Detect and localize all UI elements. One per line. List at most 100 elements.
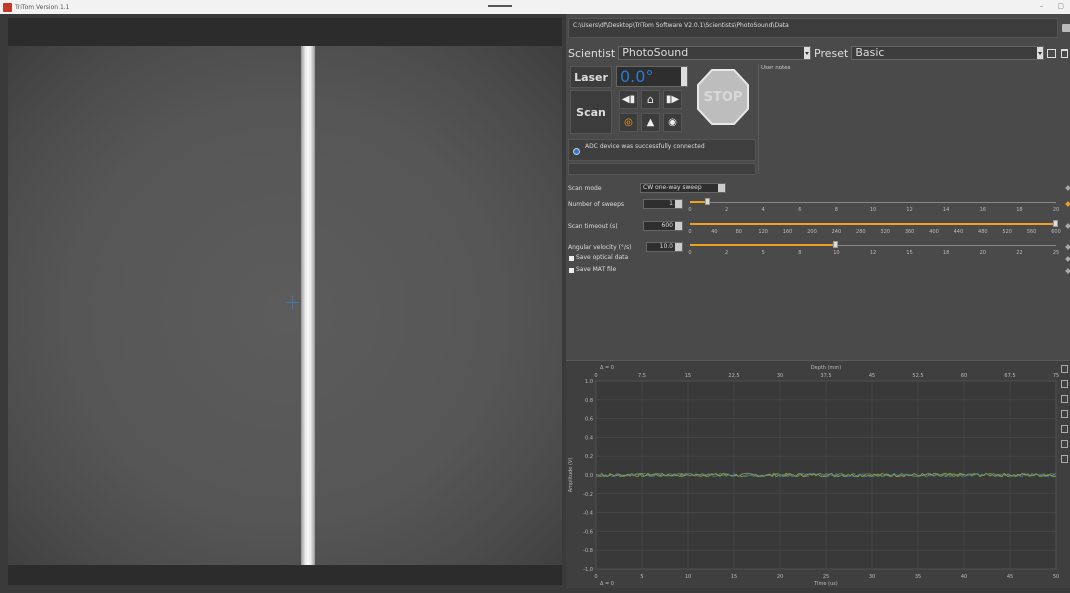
plot-svg: 1.00.80.60.40.20.0-0.2-0.4-0.6-0.8-1.00 5… [568,365,1059,587]
tick-label: 2 [725,250,729,256]
data-path-field[interactable]: C:\Users\df\Desktop\TriTom Software V2.0… [568,18,1058,38]
pin-icon[interactable] [1065,244,1070,250]
sweeps-slider-handle[interactable] [705,198,711,205]
maximize-icon[interactable]: ▢ [1057,2,1064,10]
signal-plot[interactable]: 1.0 0.8 0.6 0.4 0.2 0.0 -0.2 -0.4 -0.6 -0.8 -1.0 0 5… [566,360,1070,588]
top-tick-label: 0 [594,373,597,379]
rotate-left-icon[interactable]: ◀▮ [619,90,638,109]
control-pane: C:\Users\df\Desktop\TriTom Software V2.0… [566,14,1070,588]
spinner-icon[interactable] [675,243,682,251]
top-tick-label: 7.5 [638,373,646,379]
tick-label: 14 [943,207,950,213]
timeout-value: 600 [661,222,673,229]
scientist-select[interactable]: PhotoSound [618,46,812,60]
preset-label: Preset [814,46,849,60]
pan-icon[interactable] [1061,425,1068,433]
user-notes[interactable]: User notes [758,64,1066,174]
folder-icon[interactable] [1062,24,1070,32]
save-optical-label: Save optical data [576,254,629,261]
velocity-slider-handle[interactable] [833,241,839,248]
tick-label: 200 [807,229,817,235]
app-icon [3,2,12,12]
zoom-in-icon[interactable] [1061,380,1068,388]
tick-label: 320 [880,229,890,235]
tick-label: 12 [906,207,913,213]
pin-icon[interactable] [1065,223,1070,229]
spinner-icon[interactable] [675,222,682,230]
top-axis-delta: Δ = 0 [600,365,614,371]
y-tick-label: -0.2 [583,492,593,498]
velocity-value: 10.0 [659,243,673,250]
spinner-icon[interactable] [681,67,687,86]
tick-label: 120 [758,229,768,235]
y-tick-label: 0.0 [585,473,593,479]
plot-area: 1.0 0.8 0.6 0.4 0.2 0.0 -0.2 -0.4 -0.6 -0.8 -1.0 0 5… [566,361,1061,589]
record-icon[interactable]: ◉ [663,113,682,132]
tick-label: 5 [761,250,765,256]
x-tick-label: 0 [594,574,597,580]
sweeps-label: Number of sweeps [568,201,625,208]
tick-label: 40 [711,229,718,235]
bottom-axis-label: Time (us) [813,581,838,587]
status-indicator-icon [573,148,580,155]
camera-view[interactable] [8,46,562,579]
angle-input[interactable]: 0.0° [616,66,688,87]
settings-icon[interactable] [1061,440,1068,448]
tick-label: 160 [782,229,793,235]
save-icon[interactable] [1047,48,1057,58]
sweeps-input[interactable]: 1 [643,199,683,209]
laser-button[interactable]: Laser [570,66,612,88]
page-icon[interactable] [1061,395,1068,403]
preset-select[interactable]: Basic [851,46,1045,60]
crosshair-icon [292,296,293,309]
pin-icon[interactable] [1065,268,1070,274]
scientist-label: Scientist [568,46,616,60]
timeout-slider-fill [690,223,1056,225]
tick-label: 15 [906,250,913,256]
stop-label: STOP [704,90,743,105]
timeout-slider-handle[interactable] [1053,220,1058,227]
rotate-right-icon[interactable]: ▮▶ [663,90,682,109]
tick-label: 0 [688,229,692,235]
pin-icon[interactable] [1065,256,1070,262]
pyramid-icon[interactable]: ▲ [641,113,660,132]
stop-button[interactable]: STOP [696,66,750,128]
tick-label: 400 [929,229,939,235]
expand-icon[interactable] [1061,410,1068,418]
drag-handle[interactable] [488,5,512,7]
y-tick-label: 0.8 [585,398,593,404]
top-tick-label: 37.5 [820,373,831,379]
save-optical-checkbox[interactable] [569,256,574,261]
minimize-icon[interactable]: – [1040,2,1044,10]
scan-mode-select[interactable]: CW one-way sweep [640,183,726,193]
save-mat-checkbox[interactable] [569,268,574,273]
target-icon[interactable]: ◎ [619,113,638,132]
pin-icon[interactable] [1065,201,1070,207]
export-icon[interactable] [1061,455,1068,463]
y-tick-label: -1.0 [583,567,593,573]
tick-label: 480 [978,229,988,235]
tick-label: 8 [798,250,802,256]
pin-icon[interactable] [1065,185,1070,191]
camera-top-bar [8,18,562,46]
tick-label: 80 [735,229,742,235]
x-tick-label: 45 [1007,574,1013,580]
velocity-slider-fill [690,244,837,246]
sweeps-slider-track[interactable] [690,202,1056,203]
tick-label: 25 [1052,250,1060,256]
x-tick-label: 50 [1053,574,1059,580]
spinner-icon[interactable] [675,200,682,208]
top-tick-label: 60 [961,373,967,379]
scan-button[interactable]: Scan [570,90,612,134]
velocity-input[interactable]: 10.0 [646,242,683,252]
x-tick-label: 10 [685,574,691,580]
tick-label: 12 [869,250,877,256]
chevron-down-icon [718,184,725,192]
timeout-input[interactable]: 600 [643,221,683,231]
tick-label: 0 [688,250,692,256]
zoom-icon[interactable] [1061,365,1068,373]
home-icon[interactable]: ⌂ [641,90,660,109]
trash-icon[interactable] [1061,48,1069,58]
y-tick-label: -0.8 [583,548,593,554]
y-tick-label: 0.6 [585,417,593,423]
